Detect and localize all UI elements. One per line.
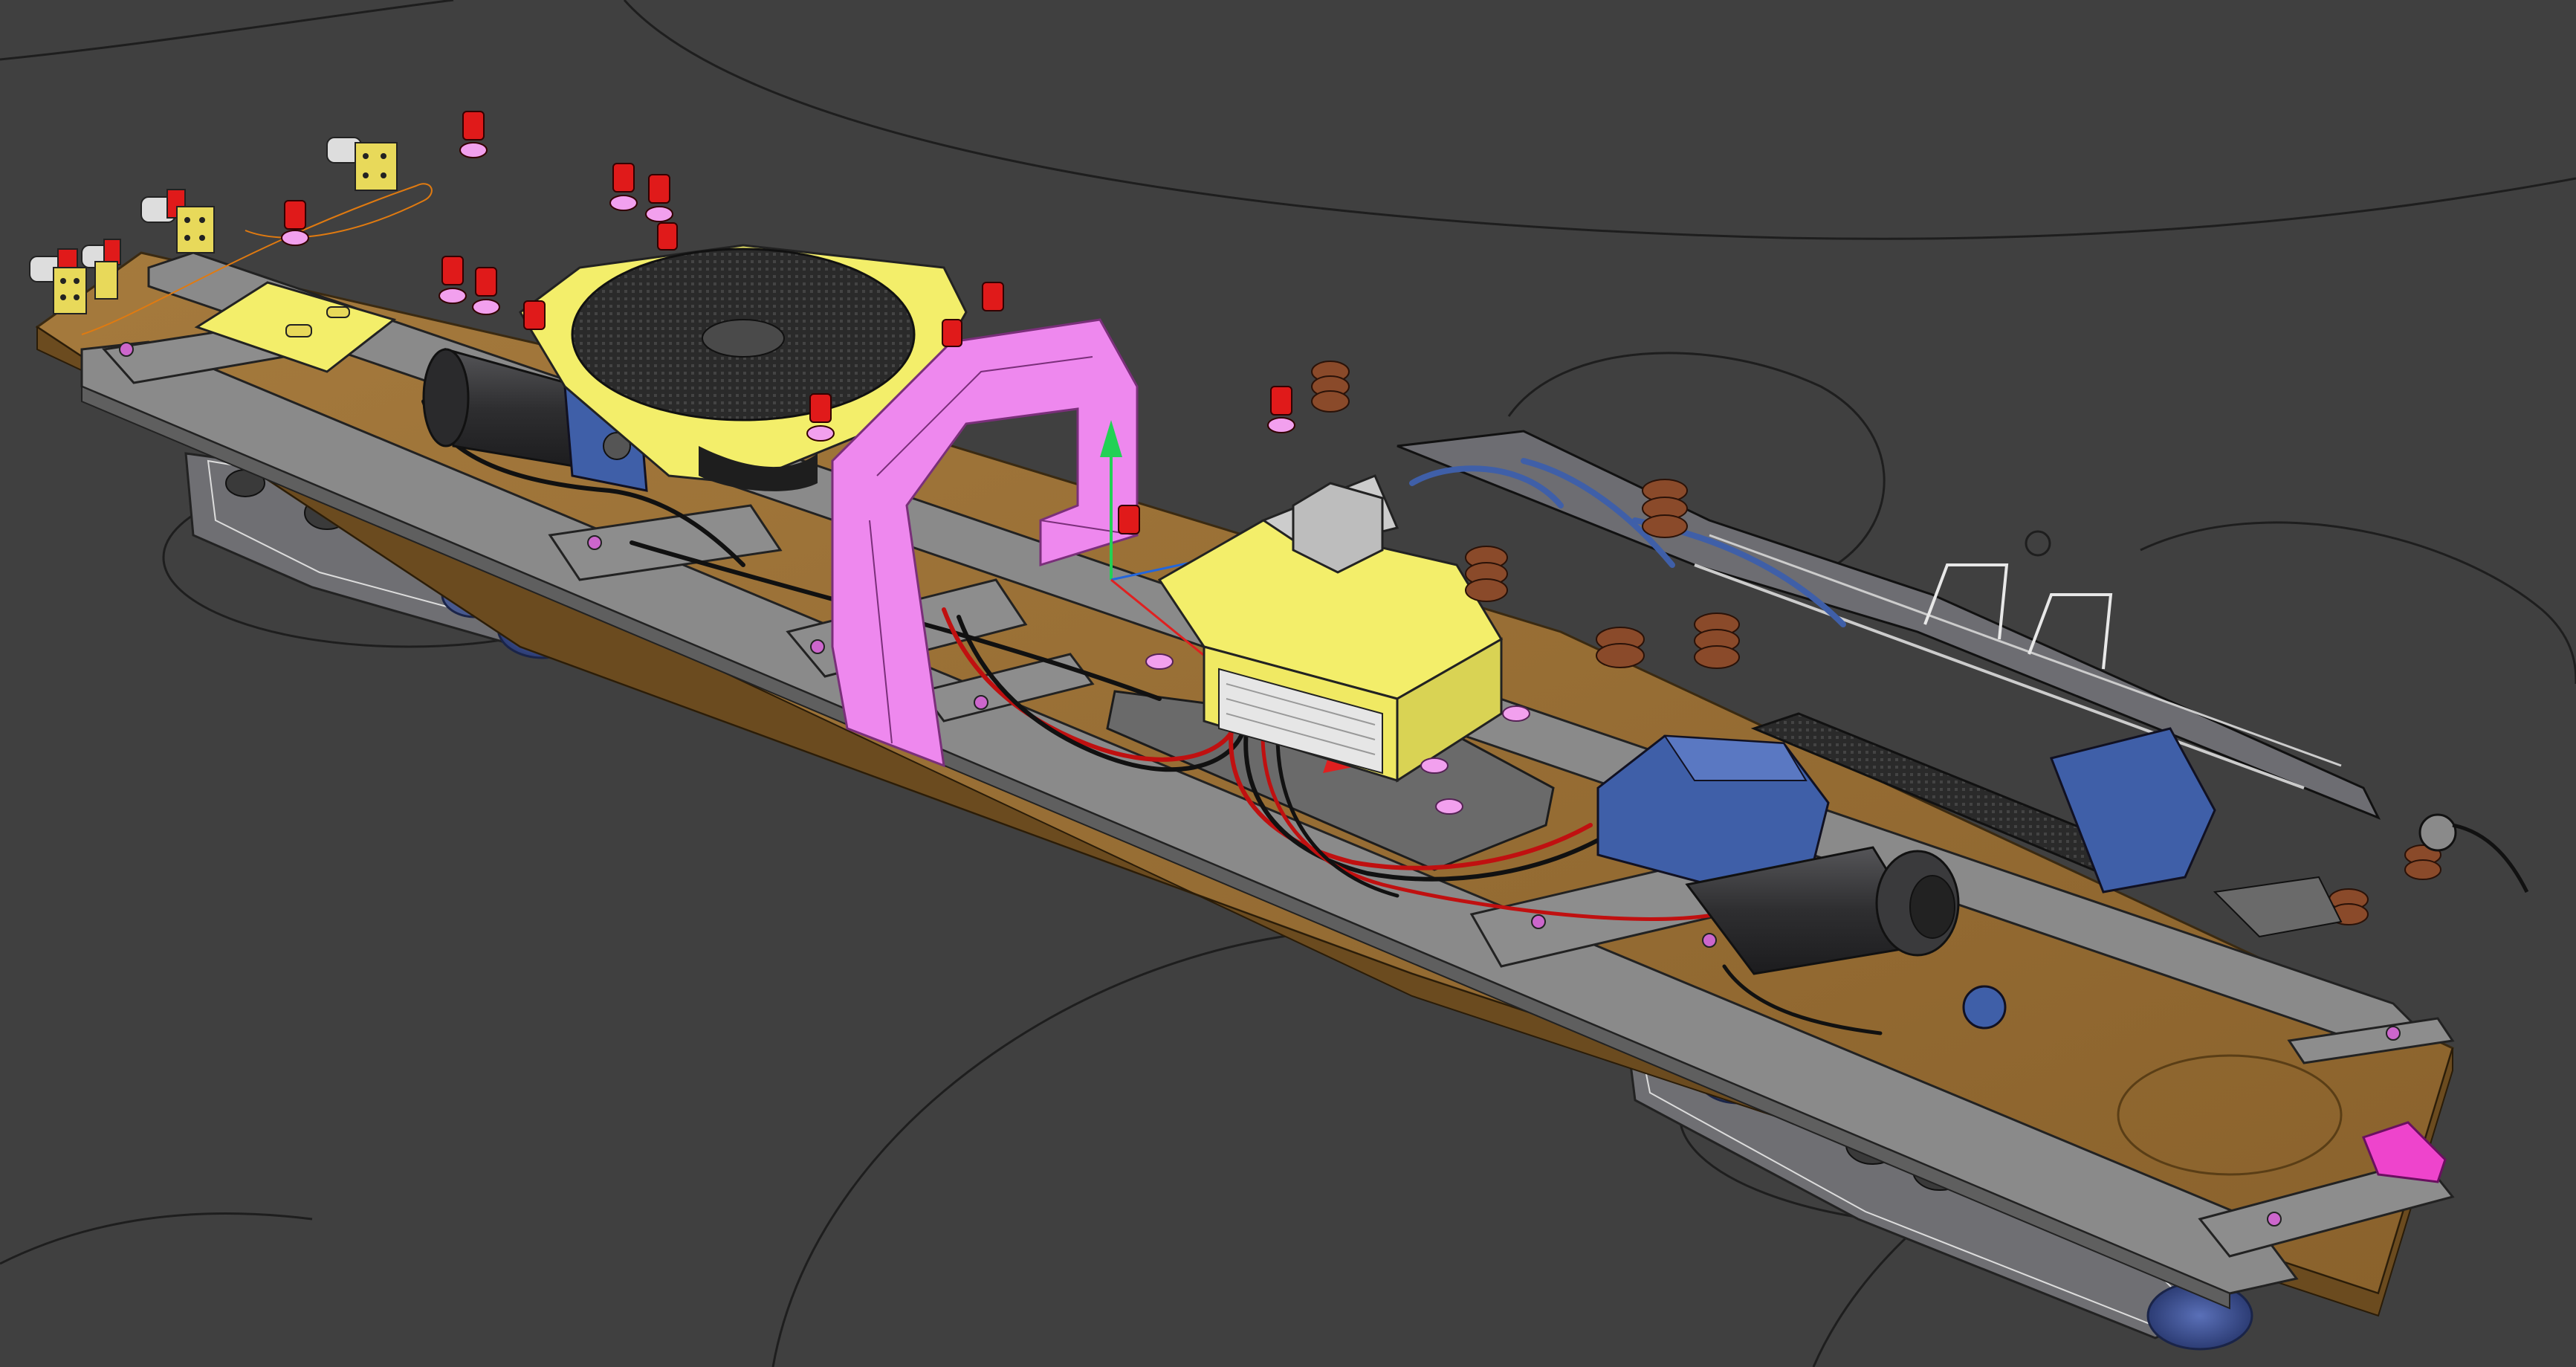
plate-pin	[285, 324, 312, 337]
fan-hub	[702, 319, 785, 358]
plate-pin	[326, 306, 350, 318]
viewport-canvas[interactable]	[0, 0, 2576, 1367]
blue-sensor-disc	[1962, 985, 2007, 1030]
3d-viewport[interactable]	[0, 0, 2576, 1367]
